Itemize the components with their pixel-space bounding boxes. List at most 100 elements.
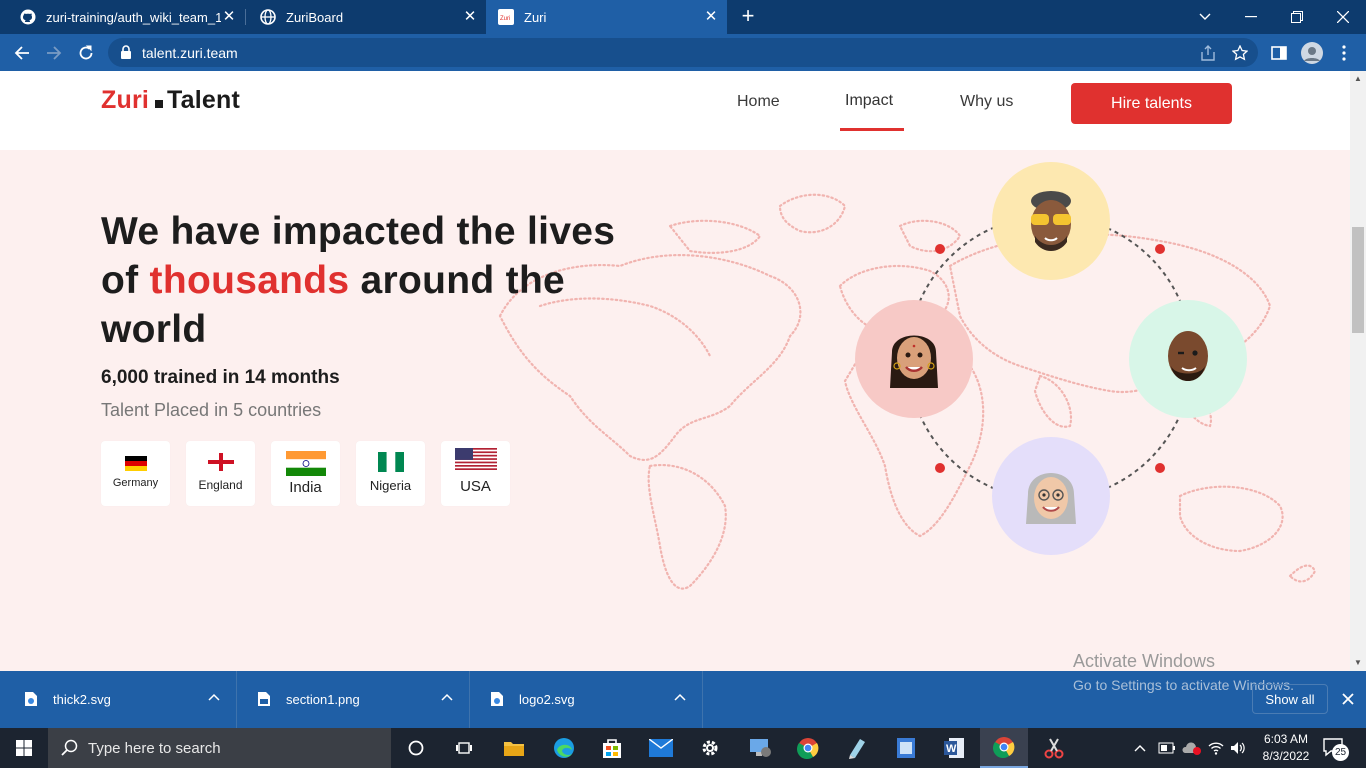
file-explorer-button[interactable] (490, 728, 538, 768)
page-scrollbar[interactable]: ▲ ▼ (1350, 71, 1366, 671)
settings-button[interactable] (686, 728, 734, 768)
start-button[interactable] (0, 728, 48, 768)
clock-date: 8/3/2022 (1262, 749, 1310, 763)
country-name: Germany (112, 477, 159, 489)
tab-search-button[interactable] (1182, 0, 1228, 34)
onedrive-error-icon[interactable] (1182, 741, 1202, 755)
store-button[interactable] (588, 728, 636, 768)
snipping-tool-icon (1044, 738, 1064, 759)
chevron-down-icon (1199, 13, 1211, 20)
download-filename: logo2.svg (519, 692, 575, 707)
chevron-up-icon[interactable] (674, 693, 686, 701)
country-name: USA (460, 478, 491, 495)
tab-zuri[interactable]: Zuri Zuri ✕ (486, 0, 727, 34)
mail-button[interactable] (637, 728, 685, 768)
logo[interactable]: Zuri Talent (101, 86, 240, 115)
share-icon[interactable] (1198, 43, 1218, 63)
trained-stat: 6,000 trained in 14 months (101, 367, 340, 388)
wifi-icon[interactable] (1208, 741, 1224, 755)
nav-active-indicator (840, 128, 904, 131)
country-card-england: England (186, 441, 255, 506)
app-button[interactable] (736, 728, 784, 768)
close-icon[interactable]: ✕ (462, 9, 478, 25)
address-bar[interactable]: talent.zuri.team (108, 38, 1258, 67)
new-tab-button[interactable]: + (737, 5, 759, 28)
profile-avatar[interactable] (1300, 41, 1324, 65)
download-item[interactable]: thick2.svg (4, 671, 237, 728)
close-icon[interactable]: ✕ (221, 9, 237, 25)
avatar-bald-man (1129, 300, 1247, 418)
restore-button[interactable] (1274, 0, 1320, 34)
toolbar: talent.zuri.team (0, 34, 1366, 71)
app-button[interactable] (833, 728, 881, 768)
download-item[interactable]: logo2.svg (470, 671, 703, 728)
svg-file-icon (491, 692, 503, 706)
memoji-sunglasses-icon (1031, 191, 1071, 251)
notification-center-button[interactable]: 25 (1322, 736, 1349, 763)
downloads-bar: thick2.svg section1.png logo2.svg Go to … (0, 671, 1366, 728)
headline-rest: around the (349, 259, 566, 302)
reload-icon (79, 45, 93, 60)
taskbar-clock[interactable]: 6:03 AM 8/3/2022 (1254, 731, 1318, 765)
cortana-button[interactable] (392, 728, 440, 768)
close-window-button[interactable] (1320, 0, 1366, 34)
chevron-up-icon[interactable] (1134, 744, 1146, 752)
scroll-down-icon[interactable]: ▼ (1354, 659, 1362, 667)
close-icon[interactable] (1340, 691, 1356, 707)
notification-count-badge: 25 (1332, 744, 1349, 761)
cortana-icon (408, 740, 424, 756)
tab-title: zuri-training/auth_wiki_team_1_p (46, 9, 221, 25)
country-name: England (198, 478, 243, 492)
chrome-button[interactable] (784, 728, 832, 768)
computer-management-icon (750, 739, 771, 757)
taskbar-search[interactable]: Type here to search (48, 728, 391, 768)
edge-button[interactable] (540, 728, 588, 768)
svg-file-icon (25, 692, 37, 706)
word-button[interactable]: W (930, 728, 978, 768)
tab-zuriboard[interactable]: ZuriBoard ✕ (240, 0, 486, 34)
download-item[interactable]: section1.png (237, 671, 470, 728)
tab-title: ZuriBoard (286, 9, 344, 25)
usa-flag-icon (454, 448, 497, 470)
headline-accent: thousands (149, 259, 350, 302)
nav-why-us[interactable]: Why us (960, 93, 1013, 111)
forward-button[interactable] (42, 41, 66, 65)
volume-icon[interactable] (1230, 741, 1246, 755)
chevron-up-icon[interactable] (208, 693, 220, 701)
avatar-sunglasses (992, 162, 1110, 280)
bookmark-star-icon[interactable] (1230, 43, 1250, 63)
app-button[interactable] (1030, 728, 1078, 768)
show-all-button[interactable]: Show all (1252, 684, 1328, 714)
nav-impact[interactable]: Impact (845, 92, 893, 110)
side-panel-icon[interactable] (1269, 43, 1289, 63)
scrollbar-thumb[interactable] (1352, 227, 1364, 333)
close-icon[interactable]: ✕ (703, 9, 719, 25)
arrow-left-icon (14, 46, 29, 60)
tab-github[interactable]: zuri-training/auth_wiki_team_1_p ✕ (0, 0, 245, 34)
minimize-button[interactable] (1228, 0, 1274, 34)
scroll-up-icon[interactable]: ▲ (1354, 75, 1362, 83)
app-button[interactable] (882, 728, 930, 768)
nav-home[interactable]: Home (737, 93, 780, 111)
country-card-germany: Germany (101, 441, 170, 506)
document-viewer-icon (897, 738, 915, 758)
url-text: talent.zuri.team (142, 45, 238, 61)
avatar-woman-braids (855, 300, 973, 418)
battery-icon[interactable] (1158, 742, 1176, 754)
page-viewport: Zuri Talent Home Impact Why us Hire talen… (0, 71, 1350, 671)
memoji-bald-man-icon (1168, 331, 1208, 381)
arrow-right-icon (47, 46, 62, 60)
hero-headline: We have impacted the lives of thousands … (101, 207, 681, 354)
svg-text:Zuri: Zuri (500, 16, 510, 22)
task-view-button[interactable] (440, 728, 488, 768)
task-view-icon (456, 742, 472, 754)
menu-kebab-icon[interactable] (1334, 43, 1354, 63)
download-filename: thick2.svg (53, 692, 111, 707)
hire-talents-button[interactable]: Hire talents (1071, 83, 1232, 124)
reload-button[interactable] (74, 41, 98, 65)
chrome-active-button[interactable] (980, 728, 1028, 768)
clock-time: 6:03 AM (1263, 732, 1309, 746)
memoji-woman-icon (890, 335, 938, 388)
back-button[interactable] (10, 41, 34, 65)
chevron-up-icon[interactable] (441, 693, 453, 701)
